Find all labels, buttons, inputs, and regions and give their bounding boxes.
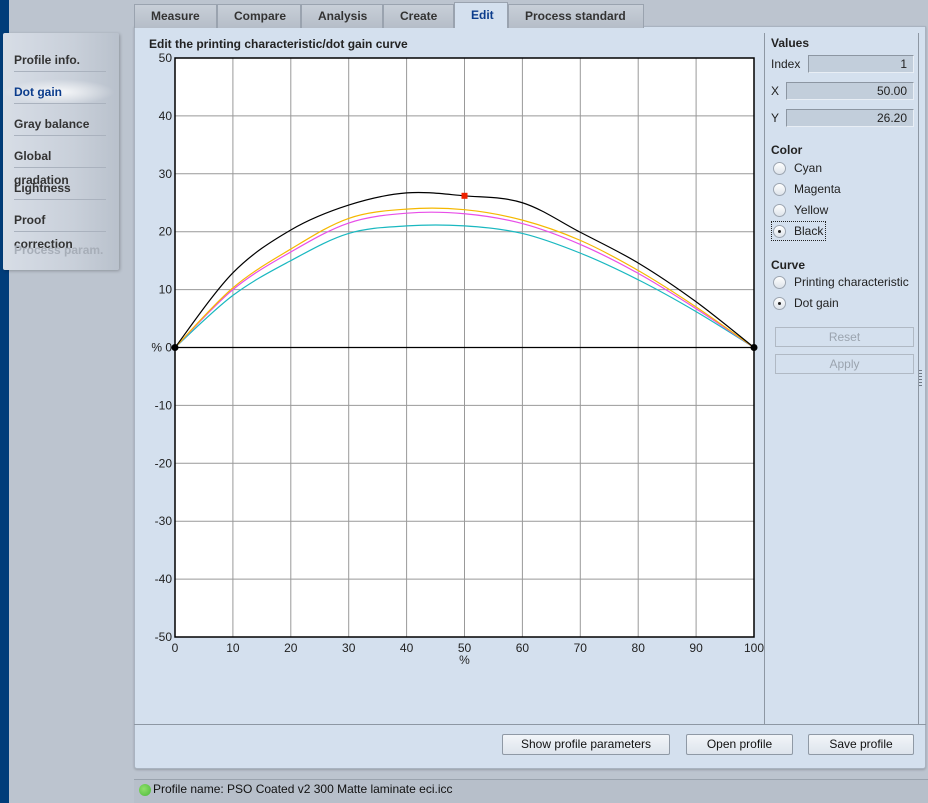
tab-analysis[interactable]: Analysis	[301, 4, 383, 28]
x-tick-label: 70	[574, 641, 588, 655]
show-profile-parameters-button[interactable]: Show profile parameters	[502, 734, 670, 755]
y-tick-label: -20	[155, 456, 173, 470]
splitter-grip[interactable]	[919, 370, 922, 386]
x-value-field[interactable]: 50.00	[786, 82, 914, 100]
x-tick-label: 10	[226, 641, 240, 655]
tab-bar: Measure Compare Analysis Create Edit Pro…	[134, 2, 644, 28]
tab-compare[interactable]: Compare	[217, 4, 301, 28]
x-axis-label: %	[459, 653, 470, 667]
tab-create[interactable]: Create	[383, 4, 454, 28]
curve-endpoint	[171, 344, 179, 351]
x-tick-label: 0	[172, 641, 179, 655]
x-tick-label: 80	[632, 641, 646, 655]
y-tick-label: -10	[155, 398, 173, 412]
x-tick-label: 100	[744, 641, 764, 655]
x-label: X	[771, 84, 780, 98]
curve-endpoint	[750, 344, 758, 351]
sidebar-item-lightness[interactable]: Lightness	[14, 176, 106, 200]
y-label: Y	[771, 111, 780, 125]
y-tick-label: 10	[159, 283, 173, 297]
sidebar-item-dot-gain[interactable]: Dot gain	[14, 80, 106, 104]
curve-header: Curve	[771, 258, 806, 272]
panel-divider	[134, 724, 926, 725]
profile-name-text: Profile name: PSO Coated v2 300 Matte la…	[153, 782, 453, 796]
radio-yellow[interactable]: Yellow	[773, 200, 828, 220]
radio-dot-gain[interactable]: Dot gain	[773, 293, 839, 313]
status-bar: Profile name: PSO Coated v2 300 Matte la…	[134, 779, 928, 803]
sidebar-item-profile-info[interactable]: Profile info.	[14, 48, 106, 72]
y-tick-label: -50	[155, 630, 173, 644]
apply-button: Apply	[775, 354, 914, 374]
reset-button: Reset	[775, 327, 914, 347]
x-tick-label: 30	[342, 641, 356, 655]
y-tick-label: 20	[159, 225, 173, 239]
radio-circle-icon	[773, 183, 786, 196]
radio-selected-icon	[773, 297, 786, 310]
y-tick-label: -40	[155, 572, 173, 586]
color-header: Color	[771, 143, 803, 157]
radio-black[interactable]: Black	[771, 221, 827, 241]
sidebar-item-process-param: Process param.	[14, 243, 104, 257]
tab-measure[interactable]: Measure	[134, 4, 217, 28]
radio-magenta[interactable]: Magenta	[773, 179, 841, 199]
y-value-field[interactable]: 26.20	[786, 109, 914, 127]
dot-gain-chart[interactable]: 0 10 20 30 40 50 60 70 80 90 1005040302010% 0-10-2…	[134, 50, 764, 670]
index-label: Index	[771, 57, 801, 71]
tab-process-standard[interactable]: Process standard	[508, 4, 644, 28]
values-header: Values	[771, 36, 810, 50]
sidebar-item-gray-balance[interactable]: Gray balance	[14, 112, 106, 136]
radio-printing-characteristic[interactable]: Printing characteristic	[773, 272, 909, 292]
chart-title: Edit the printing characteristic/dot gai…	[149, 37, 408, 51]
radio-circle-icon	[773, 204, 786, 217]
side-menu: Profile info. Dot gain Gray balance Glob…	[3, 33, 119, 270]
y-tick-label: -30	[155, 514, 173, 528]
selected-point	[461, 192, 468, 199]
y-tick-label: 50	[159, 51, 173, 65]
index-field[interactable]: 1	[808, 55, 914, 73]
y-tick-label: 40	[159, 109, 173, 123]
radio-circle-icon	[773, 276, 786, 289]
x-tick-label: 90	[689, 641, 703, 655]
sidebar-item-global-gradation[interactable]: Global gradation	[14, 144, 106, 187]
x-tick-label: 20	[284, 641, 298, 655]
sidebar-item-proof-correction[interactable]: Proof correction	[14, 208, 106, 251]
radio-selected-icon	[773, 225, 786, 238]
y-tick-label: 30	[159, 167, 173, 181]
radio-cyan[interactable]: Cyan	[773, 158, 822, 178]
status-indicator-icon	[139, 784, 151, 796]
y-tick-label: % 0	[151, 341, 172, 355]
x-tick-label: 60	[516, 641, 530, 655]
x-tick-label: 40	[400, 641, 414, 655]
tab-edit[interactable]: Edit	[454, 2, 508, 28]
save-profile-button[interactable]: Save profile	[808, 734, 914, 755]
properties-panel: Values Index 1 X 50.00 Y 26.20 Color Cya…	[764, 33, 919, 725]
open-profile-button[interactable]: Open profile	[686, 734, 793, 755]
radio-circle-icon	[773, 162, 786, 175]
